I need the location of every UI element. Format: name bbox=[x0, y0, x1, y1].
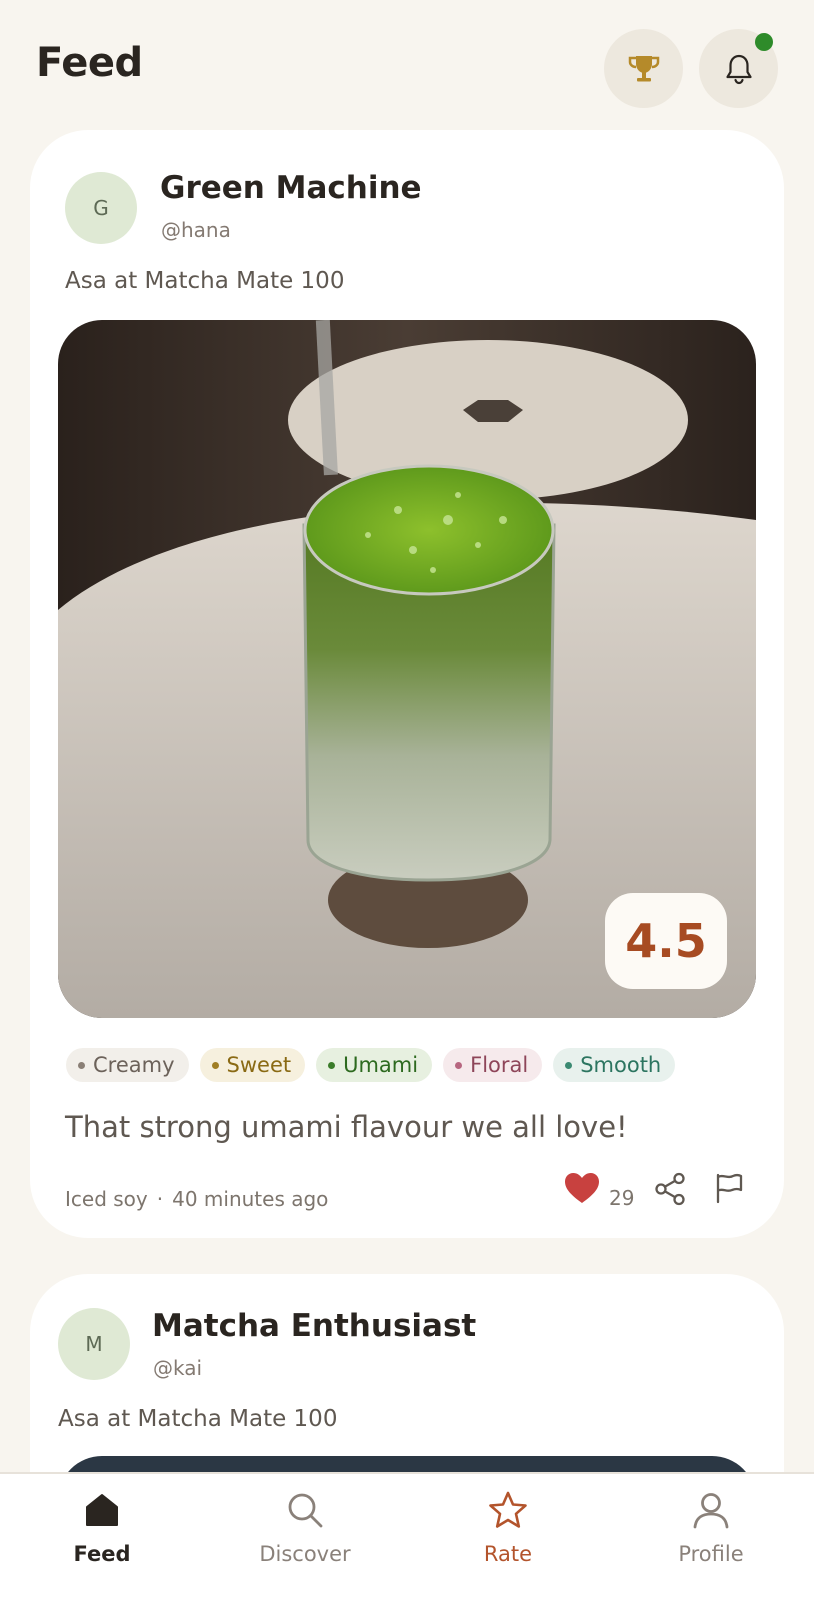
share-icon bbox=[655, 1172, 685, 1206]
page-title: Feed bbox=[36, 40, 143, 86]
milk-type: Iced soy bbox=[65, 1187, 148, 1211]
like-button[interactable] bbox=[563, 1171, 601, 1209]
nav-label: Profile bbox=[678, 1542, 744, 1566]
report-button[interactable] bbox=[714, 1172, 744, 1208]
search-icon bbox=[288, 1493, 323, 1528]
tag-label: Umami bbox=[343, 1053, 419, 1077]
star-icon bbox=[489, 1491, 527, 1528]
tag-label: Floral bbox=[470, 1053, 529, 1077]
like-count: 29 bbox=[609, 1186, 635, 1210]
post-subtitle: Asa at Matcha Mate 100 bbox=[58, 1406, 338, 1432]
nav-item-rate[interactable]: Rate bbox=[428, 1474, 588, 1600]
meta-separator: · bbox=[156, 1187, 164, 1211]
tag-smooth: Smooth bbox=[553, 1048, 676, 1082]
user-handle[interactable]: @kai bbox=[153, 1356, 202, 1380]
heart-icon bbox=[565, 1173, 599, 1203]
post-meta: Iced soy · 40 minutes ago bbox=[65, 1187, 328, 1211]
tag-creamy: Creamy bbox=[66, 1048, 189, 1082]
post-card[interactable]: G Green Machine @hana Asa at Matcha Mate… bbox=[30, 130, 784, 1238]
review-text: That strong umami flavour we all love! bbox=[65, 1110, 628, 1144]
tag-label: Creamy bbox=[93, 1053, 175, 1077]
home-icon bbox=[86, 1494, 118, 1526]
nav-item-profile[interactable]: Profile bbox=[631, 1474, 791, 1600]
bottom-nav: Feed Discover Rate Profile bbox=[0, 1472, 814, 1600]
app-header: Feed bbox=[0, 0, 814, 130]
notifications-button[interactable] bbox=[699, 29, 778, 108]
post-subtitle: Asa at Matcha Mate 100 bbox=[65, 268, 345, 294]
nav-label: Feed bbox=[73, 1542, 131, 1566]
person-icon bbox=[693, 1493, 729, 1529]
tag-dot bbox=[328, 1061, 336, 1069]
nav-label: Rate bbox=[483, 1542, 533, 1566]
tag-dot bbox=[565, 1061, 573, 1069]
tag-dot bbox=[78, 1061, 85, 1069]
tag-dot bbox=[455, 1061, 463, 1069]
bell-icon bbox=[725, 54, 752, 84]
user-handle[interactable]: @hana bbox=[161, 218, 231, 242]
share-button[interactable] bbox=[654, 1172, 686, 1210]
tag-floral: Floral bbox=[443, 1048, 543, 1082]
tag-label: Smooth bbox=[580, 1053, 662, 1077]
tag-umami: Umami bbox=[316, 1048, 433, 1082]
avatar[interactable]: M bbox=[58, 1308, 130, 1380]
tag-label: Sweet bbox=[226, 1053, 292, 1077]
flag-icon bbox=[716, 1173, 743, 1204]
flavour-tags: Creamy Sweet Umami Floral Smooth bbox=[66, 1048, 676, 1082]
nav-item-feed[interactable]: Feed bbox=[22, 1474, 182, 1600]
rating-badge: 4.5 bbox=[605, 893, 727, 989]
notification-dot bbox=[755, 33, 773, 51]
user-name[interactable]: Matcha Enthusiast bbox=[152, 1308, 476, 1344]
nav-item-discover[interactable]: Discover bbox=[225, 1474, 385, 1600]
post-time: 40 minutes ago bbox=[172, 1187, 329, 1211]
drink-photo[interactable]: 4.5 bbox=[58, 320, 756, 1018]
avatar[interactable]: G bbox=[65, 172, 137, 244]
tag-dot bbox=[211, 1061, 219, 1069]
tag-sweet: Sweet bbox=[199, 1048, 306, 1082]
leaderboard-button[interactable] bbox=[604, 29, 683, 108]
nav-label: Discover bbox=[259, 1542, 351, 1566]
user-name[interactable]: Green Machine bbox=[160, 170, 422, 206]
trophy-icon bbox=[628, 55, 659, 81]
